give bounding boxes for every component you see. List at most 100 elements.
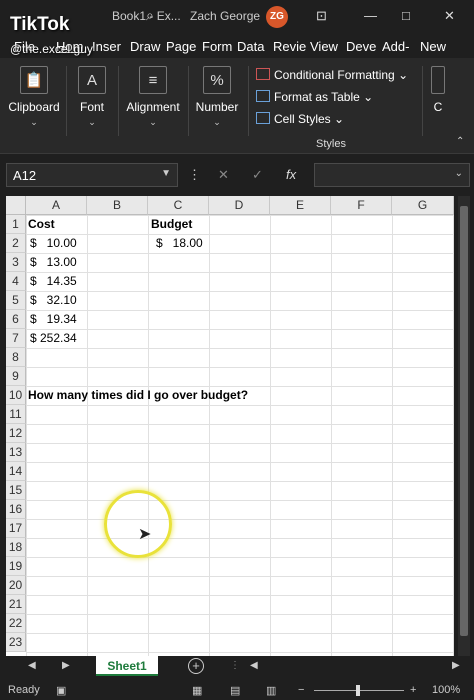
- cell-a7[interactable]: $ 252.34: [30, 329, 77, 348]
- row-header[interactable]: 12: [6, 424, 26, 443]
- formula-bar: A12 ▼ ⋮ ✕ ✓ fx ⌄: [0, 160, 474, 190]
- row-header[interactable]: 20: [6, 576, 26, 595]
- row-header[interactable]: 6: [6, 310, 26, 329]
- ribbon-divider: [118, 66, 119, 136]
- restore-button[interactable]: □: [402, 8, 410, 23]
- row-header[interactable]: 13: [6, 443, 26, 462]
- previous-sheet-icon[interactable]: ◀: [28, 660, 36, 671]
- next-sheet-icon[interactable]: ▶: [62, 660, 70, 671]
- column-header[interactable]: F: [331, 196, 392, 215]
- vertical-scrollbar[interactable]: [458, 196, 470, 656]
- row-header[interactable]: 17: [6, 519, 26, 538]
- cell-a2[interactable]: $ 10.00: [30, 234, 77, 253]
- function-icon[interactable]: fx: [286, 167, 296, 182]
- tab-review[interactable]: Revie: [273, 39, 306, 54]
- sheet-tab-sheet1[interactable]: Sheet1: [96, 656, 158, 676]
- worksheet-grid[interactable]: A B C D E F G 1 2 3 4 5 6 7 8 9 10 11 12…: [6, 196, 454, 656]
- minimize-button[interactable]: —: [364, 8, 377, 23]
- format-as-table-button[interactable]: Format as Table ⌄: [256, 90, 373, 104]
- number-label: Number: [195, 100, 239, 114]
- tab-developer[interactable]: Deve: [346, 39, 376, 54]
- alignment-group[interactable]: ≡ Alignment ⌄: [122, 62, 184, 128]
- column-header[interactable]: C: [148, 196, 209, 215]
- row-header[interactable]: 9: [6, 367, 26, 386]
- add-sheet-button[interactable]: +: [188, 658, 204, 674]
- ribbon-divider: [66, 66, 67, 136]
- cell-a1[interactable]: Cost: [28, 215, 55, 234]
- page-break-view-icon[interactable]: ▥: [266, 684, 276, 697]
- ribbon-divider: [422, 66, 423, 136]
- row-header[interactable]: 1: [6, 215, 26, 234]
- normal-view-icon[interactable]: ▦: [192, 684, 202, 697]
- zoom-level[interactable]: 100%: [432, 684, 460, 696]
- name-box[interactable]: A12 ▼: [6, 163, 178, 187]
- clipboard-icon: 📋: [20, 66, 48, 94]
- cells-group[interactable]: C: [428, 62, 448, 114]
- row-header[interactable]: 18: [6, 538, 26, 557]
- styles-group-label: Styles: [316, 138, 346, 150]
- row-header[interactable]: 22: [6, 614, 26, 633]
- row-header[interactable]: 7: [6, 329, 26, 348]
- row-header[interactable]: 5: [6, 291, 26, 310]
- tab-data[interactable]: Data: [237, 39, 264, 54]
- close-button[interactable]: ✕: [444, 8, 455, 24]
- row-header[interactable]: 8: [6, 348, 26, 367]
- select-all-corner[interactable]: [6, 196, 26, 215]
- row-header[interactable]: 21: [6, 595, 26, 614]
- row-header[interactable]: 14: [6, 462, 26, 481]
- row-header[interactable]: 19: [6, 557, 26, 576]
- tab-view[interactable]: View: [310, 39, 338, 54]
- tab-page-layout[interactable]: Page: [166, 39, 196, 54]
- cell-c2[interactable]: $ 18.00: [156, 234, 203, 253]
- zoom-in-button[interactable]: +: [410, 684, 416, 696]
- tab-new[interactable]: New: [420, 39, 446, 54]
- cell-a4[interactable]: $ 14.35: [30, 272, 77, 291]
- percent-icon: %: [203, 66, 231, 94]
- cell-a5[interactable]: $ 32.10: [30, 291, 77, 310]
- tab-insert[interactable]: Inser: [92, 39, 121, 54]
- row-header[interactable]: 4: [6, 272, 26, 291]
- cell-a3[interactable]: $ 13.00: [30, 253, 77, 272]
- enter-icon[interactable]: ✓: [252, 167, 263, 183]
- cell-a10[interactable]: How many times did I go over budget?: [28, 386, 248, 405]
- page-layout-view-icon[interactable]: ▤: [230, 684, 240, 697]
- scroll-left-icon[interactable]: ◀: [250, 660, 258, 671]
- formula-input[interactable]: ⌄: [314, 163, 470, 187]
- row-header[interactable]: 10: [6, 386, 26, 405]
- scrollbar-thumb[interactable]: [460, 206, 468, 636]
- chevron-up-icon[interactable]: ⌃: [456, 136, 464, 147]
- number-group[interactable]: % Number ⌄: [192, 62, 242, 128]
- tab-add-ins[interactable]: Add-: [382, 39, 409, 54]
- column-header[interactable]: G: [392, 196, 454, 215]
- column-header[interactable]: B: [87, 196, 148, 215]
- cell-area[interactable]: Cost Budget $ 10.00 $ 18.00 $ 13.00 $ 14…: [26, 215, 454, 656]
- row-header[interactable]: 23: [6, 633, 26, 652]
- conditional-formatting-button[interactable]: Conditional Formatting ⌄: [256, 68, 408, 82]
- row-header[interactable]: 15: [6, 481, 26, 500]
- conditional-formatting-icon: [256, 68, 270, 80]
- font-group[interactable]: A Font ⌄: [72, 62, 112, 128]
- tab-draw[interactable]: Draw: [130, 39, 160, 54]
- column-header[interactable]: D: [209, 196, 270, 215]
- font-icon: A: [78, 66, 106, 94]
- cancel-icon[interactable]: ✕: [218, 167, 229, 183]
- search-icon[interactable]: ⌕: [146, 7, 154, 24]
- cell-c1[interactable]: Budget: [151, 215, 192, 234]
- column-header[interactable]: E: [270, 196, 331, 215]
- row-header[interactable]: 16: [6, 500, 26, 519]
- row-header[interactable]: 3: [6, 253, 26, 272]
- tab-formulas[interactable]: Form: [202, 39, 232, 54]
- cell-a6[interactable]: $ 19.34: [30, 310, 77, 329]
- user-name: Zach George: [190, 9, 261, 23]
- row-header[interactable]: 11: [6, 405, 26, 424]
- column-header[interactable]: A: [26, 196, 87, 215]
- ribbon-display-icon[interactable]: ⊡: [316, 8, 327, 24]
- accessibility-icon[interactable]: ▣: [56, 684, 66, 697]
- row-header[interactable]: 2: [6, 234, 26, 253]
- scroll-right-icon[interactable]: ▶: [452, 660, 460, 671]
- zoom-out-button[interactable]: −: [298, 684, 304, 696]
- avatar[interactable]: ZG: [266, 6, 288, 28]
- clipboard-group[interactable]: 📋 Clipboard ⌄: [6, 62, 62, 128]
- zoom-slider-thumb[interactable]: [356, 685, 360, 696]
- cell-styles-button[interactable]: Cell Styles ⌄: [256, 112, 344, 126]
